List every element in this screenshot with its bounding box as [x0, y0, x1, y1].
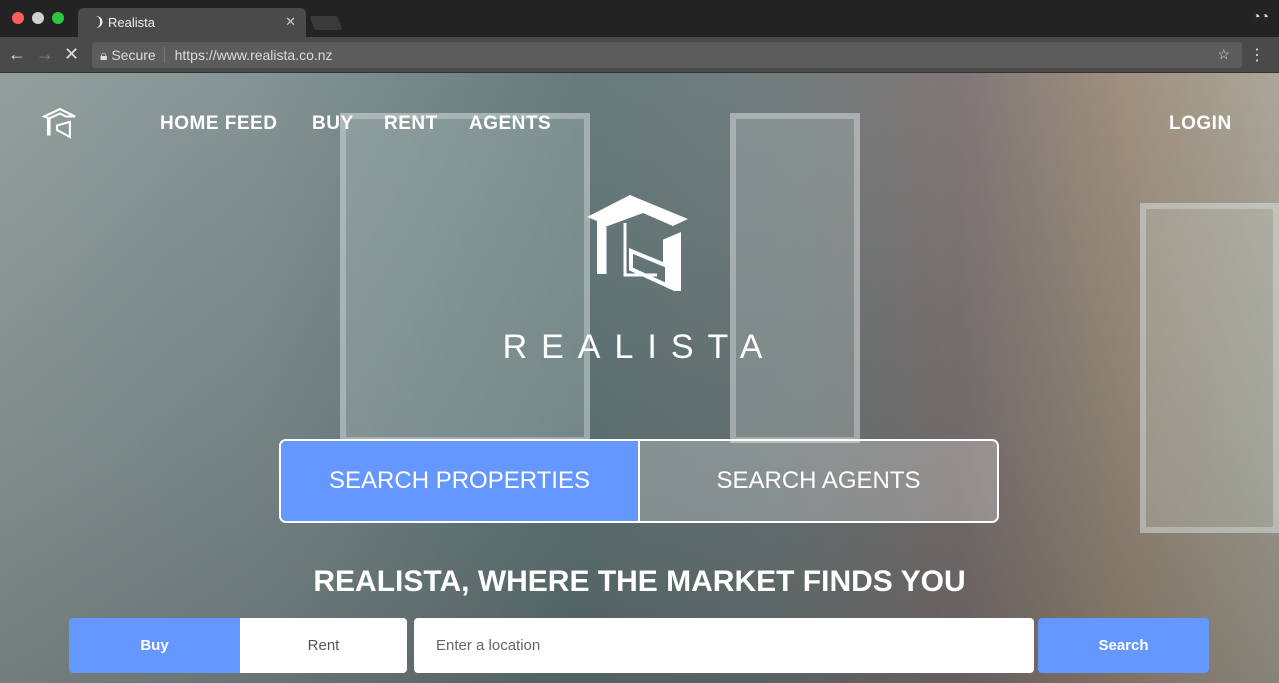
forward-icon[interactable]: → [36, 44, 54, 65]
hero-section: HOME FEED BUY RENT AGENTS LOGIN REALISTA… [0, 73, 1279, 683]
nav-agents[interactable]: AGENTS [469, 113, 551, 135]
brand-name: REALISTA [502, 328, 777, 366]
tab-search-properties[interactable]: SEARCH PROPERTIES [281, 441, 640, 521]
nav-home-feed[interactable]: HOME FEED [160, 113, 277, 135]
close-tab-icon[interactable]: ✕ [285, 14, 296, 30]
nav-rent[interactable]: RENT [384, 113, 438, 135]
bookmark-star-icon[interactable]: ☆ [1217, 46, 1230, 63]
background-window [730, 113, 860, 443]
loading-icon: ❩ [94, 14, 105, 29]
search-type-tabs: SEARCH PROPERTIES SEARCH AGENTS [279, 439, 999, 523]
address-bar[interactable]: 🔒︎ Secure https://www.realista.co.nz ☆ [92, 42, 1242, 68]
minimize-window-button[interactable] [32, 12, 44, 24]
browser-toolbar: ← → ✕ 🔒︎ Secure https://www.realista.co.… [0, 37, 1279, 73]
new-tab-button[interactable] [309, 16, 343, 30]
nav-buy[interactable]: BUY [312, 113, 354, 135]
location-input[interactable]: Enter a location [414, 618, 1034, 673]
rent-toggle[interactable]: Rent [240, 618, 407, 673]
background-window [340, 113, 590, 443]
browser-menu-icon[interactable]: ⋮ [1249, 45, 1265, 65]
tab-title: Realista [108, 15, 155, 30]
browser-tabstrip: ❩ Realista ✕ ◔◔ [0, 0, 1279, 37]
secure-label: Secure [111, 47, 165, 63]
brand-logo-icon [587, 195, 688, 291]
url-text: https://www.realista.co.nz [174, 47, 333, 63]
tab-search-agents[interactable]: SEARCH AGENTS [640, 441, 997, 521]
background-window [1140, 203, 1279, 533]
login-link[interactable]: LOGIN [1169, 113, 1232, 135]
incognito-icon: ◔◔ [1252, 8, 1269, 24]
maximize-window-button[interactable] [52, 12, 64, 24]
stop-icon[interactable]: ✕ [64, 44, 79, 65]
back-icon[interactable]: ← [8, 44, 26, 65]
buy-toggle[interactable]: Buy [69, 618, 240, 673]
header-logo-icon[interactable] [36, 101, 84, 147]
close-window-button[interactable] [12, 12, 24, 24]
browser-tab[interactable]: ❩ Realista ✕ [78, 8, 306, 37]
lock-icon: 🔒︎ [100, 47, 108, 63]
tagline: REALISTA, WHERE THE MARKET FINDS YOU [313, 565, 966, 598]
search-button[interactable]: Search [1038, 618, 1209, 673]
